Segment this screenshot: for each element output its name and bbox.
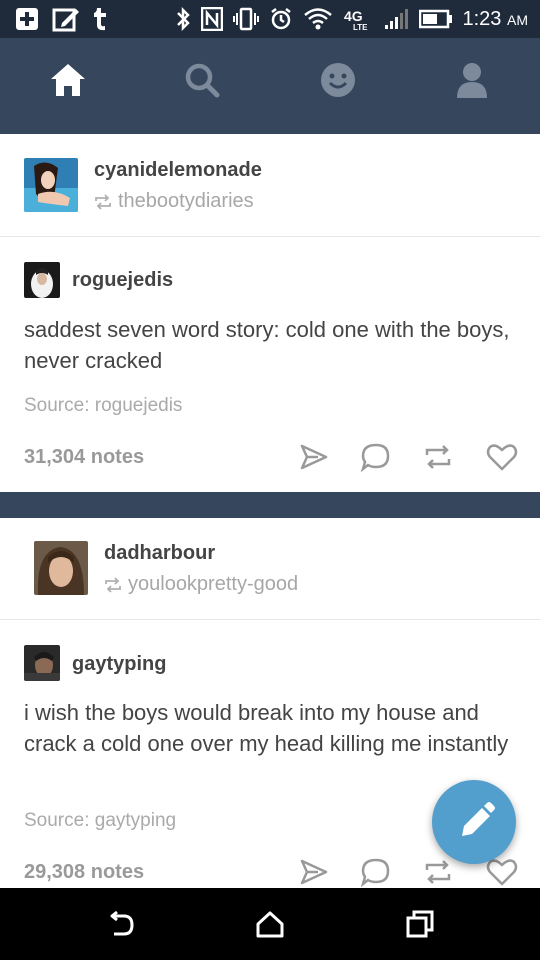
notes-count[interactable]: 29,308 notes [24,861,144,884]
post-text: saddest seven word story: cold one with … [24,317,510,373]
recents-icon [406,910,434,938]
compose-button[interactable] [432,780,516,864]
edit-notification-icon [52,8,79,32]
activity-icon [321,63,355,97]
reply-icon [360,443,390,473]
clock: 1:23 AM [463,8,529,31]
bluetooth-icon [176,6,190,32]
clock-ampm: AM [507,11,528,28]
clock-time: 1:23 [462,7,502,30]
nav-account[interactable] [452,60,492,100]
post-source[interactable]: Source: roguejedis [24,395,182,417]
share-button[interactable] [298,441,330,473]
search-icon [185,63,220,98]
avatar-image [24,158,78,212]
author-name[interactable]: gaytyping [72,653,166,676]
reblogged-from[interactable]: thebootydiaries [94,190,254,213]
notes-count[interactable]: 31,304 notes [24,446,144,469]
reblogged-from[interactable]: youlookpretty-good [104,573,298,596]
battery-icon [418,9,452,29]
status-bar: 4G LTE 1:23 AM [0,0,540,38]
account-icon [457,63,487,98]
avatar[interactable] [24,158,78,212]
recents-button[interactable] [404,908,436,940]
home-button[interactable] [254,908,286,940]
reblog-header: cyanidelemonade thebootydiaries [0,134,540,237]
author-avatar[interactable] [24,645,60,681]
reblog-small-icon [105,577,121,593]
share-icon [300,444,328,470]
author-avatar-image [24,262,60,298]
wifi-icon [303,8,332,30]
reblog-small-icon [95,194,111,210]
nfc-icon [200,7,223,31]
add-notification-icon [16,8,38,30]
author-avatar-image [24,645,60,681]
nav-home[interactable] [48,60,88,100]
signal-icon [384,9,408,29]
avatar[interactable] [34,541,88,595]
reblogged-from-name: youlookpretty-good [128,573,299,595]
vibrate-icon [232,7,259,31]
author-name[interactable]: roguejedis [72,269,173,292]
author-avatar[interactable] [24,262,60,298]
post-card: cyanidelemonade thebootydiaries roguejed… [0,134,540,492]
reblogger-name[interactable]: cyanidelemonade [94,159,262,182]
post-text: i wish the boys would break into my hous… [24,700,509,756]
back-button[interactable] [104,908,136,940]
home-outline-icon [256,911,284,938]
share-icon [300,859,328,885]
top-nav [0,38,540,122]
reblogged-from-name: thebootydiaries [118,190,254,212]
tumblr-notification-icon [94,8,106,31]
heart-icon [486,444,518,471]
reply-button[interactable] [360,441,392,473]
share-button[interactable] [298,856,330,888]
nav-activity[interactable] [318,60,358,100]
reblog-icon [425,445,451,469]
avatar-image [34,541,88,595]
pencil-icon [462,802,495,836]
system-nav-bar [0,888,540,960]
svg-text:LTE: LTE [353,23,368,31]
home-icon [51,64,85,96]
reblog-header: dadharbour youlookpretty-good [0,518,540,620]
reblog-button[interactable] [422,441,454,473]
nav-search[interactable] [182,60,222,100]
alarm-icon [270,8,291,30]
reblogger-name[interactable]: dadharbour [104,542,215,565]
reply-button[interactable] [360,856,392,888]
post-source[interactable]: Source: gaytyping [24,810,176,832]
like-button[interactable] [486,441,518,473]
back-icon [110,910,134,936]
lte-icon: 4GLTE [344,8,368,31]
svg-text:4G: 4G [344,8,363,24]
reply-icon [360,858,390,888]
